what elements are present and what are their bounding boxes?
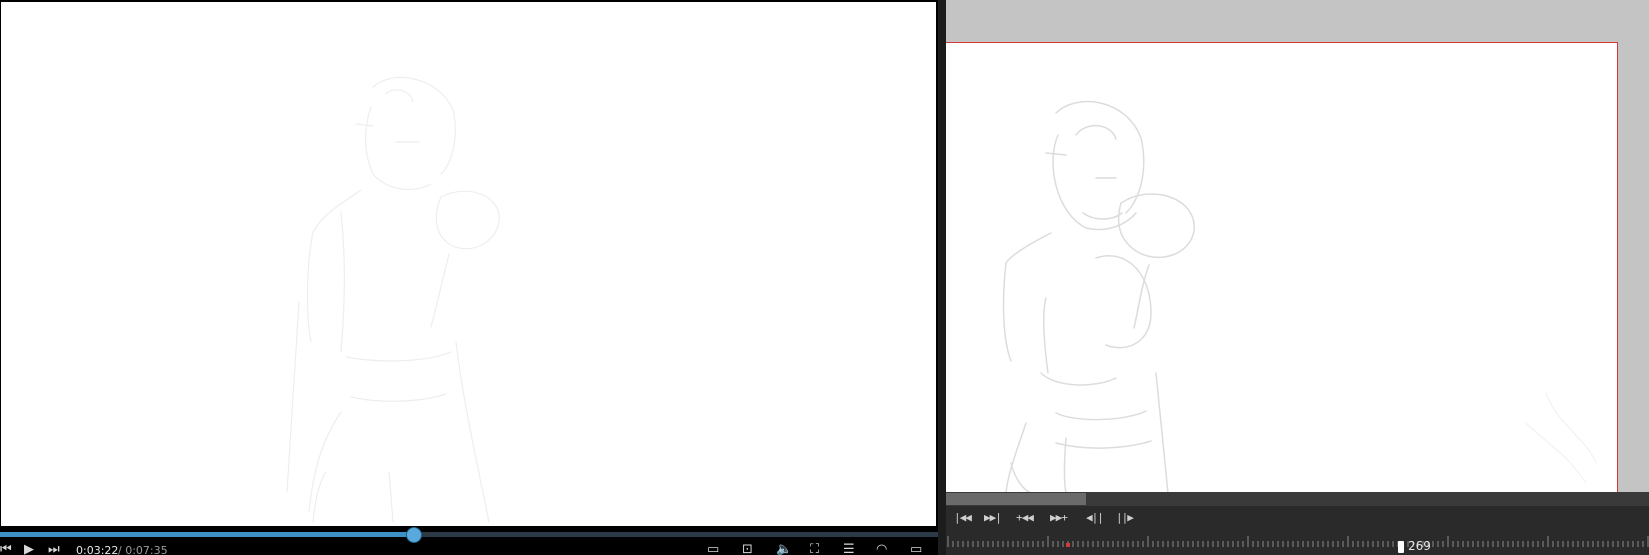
ruler-ticks <box>947 536 1649 547</box>
animation-editor: |◀◀ ▶▶| +◀◀ ▶▶+ ◀|| ||▶ 269 <box>938 0 1649 555</box>
sketch-figure-left <box>286 76 500 523</box>
current-time: 0:03:22 <box>76 544 119 555</box>
insert-frame-before-button[interactable]: +◀◀ <box>1016 511 1034 524</box>
player-controls: ⏮ ▶ ⏭ 0:03:22 / 0:07:35 ▭ ⊡ 🔈 ⛶ ☰ ◠ ▭ <box>0 541 938 555</box>
timeline-ruler[interactable]: 269 <box>946 531 1649 555</box>
transport-bar: |◀◀ ▶▶| +◀◀ ▶▶+ ◀|| ||▶ <box>946 506 1649 531</box>
insert-frame-after-button[interactable]: ▶▶+ <box>1050 511 1068 524</box>
sketch-figure-right <box>1002 100 1597 493</box>
settings-icon[interactable]: ▭ <box>910 543 922 555</box>
drawing-canvas[interactable] <box>946 42 1618 493</box>
previous-icon[interactable]: ⏮ <box>0 543 12 555</box>
subtitles-icon[interactable]: ▭ <box>707 543 719 555</box>
next-icon[interactable]: ⏭ <box>48 543 60 555</box>
play-icon[interactable]: ▶ <box>24 543 34 555</box>
crop-icon[interactable]: ⊡ <box>742 543 753 555</box>
scrollbar-thumb[interactable] <box>946 493 1086 505</box>
cast-icon[interactable]: ◠ <box>876 543 887 555</box>
current-frame-label: 269 <box>1408 539 1431 553</box>
seek-bar[interactable] <box>0 527 938 543</box>
step-forward-button[interactable]: ||▶ <box>1116 511 1134 524</box>
playlist-icon[interactable]: ☰ <box>843 543 855 555</box>
fullscreen-icon[interactable]: ⛶ <box>810 543 819 555</box>
video-frame <box>1 2 936 526</box>
go-to-end-button[interactable]: ▶▶| <box>984 511 1002 524</box>
video-player: ⏮ ▶ ⏭ 0:03:22 / 0:07:35 ▭ ⊡ 🔈 ⛶ ☰ ◠ ▭ <box>0 0 938 555</box>
volume-icon[interactable]: 🔈 <box>776 543 792 555</box>
playhead-marker[interactable] <box>1398 541 1404 553</box>
step-back-button[interactable]: ◀|| <box>1086 511 1104 524</box>
total-time: / 0:07:35 <box>118 544 168 555</box>
keyframe-marker <box>1066 543 1070 547</box>
seek-progress <box>0 532 413 537</box>
go-to-start-button[interactable]: |◀◀ <box>954 511 972 524</box>
horizontal-scrollbar[interactable] <box>946 492 1649 506</box>
